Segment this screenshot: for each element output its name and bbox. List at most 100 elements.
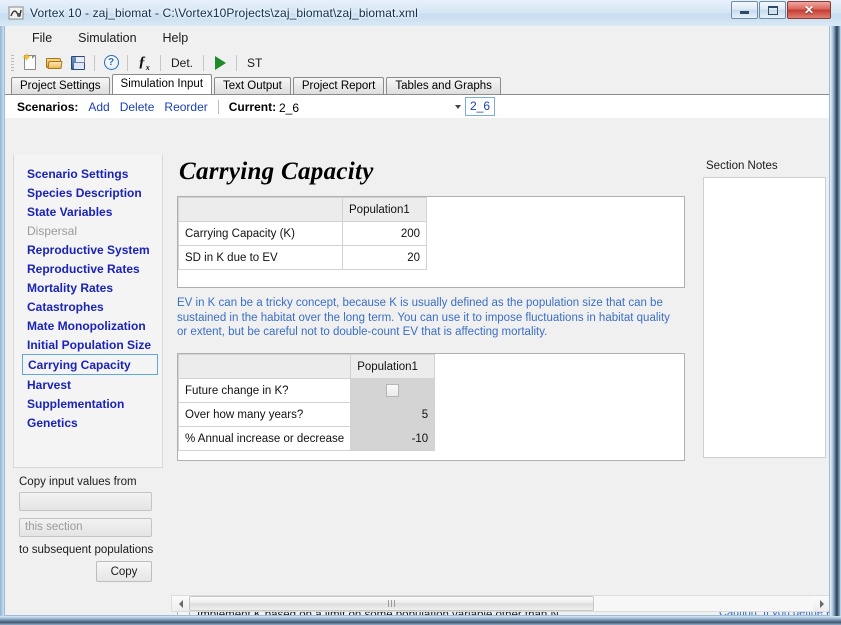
sidebar-item-genetics[interactable]: Genetics	[14, 413, 162, 432]
horizontal-scrollbar[interactable]	[171, 595, 829, 612]
copy-panel-heading: Copy input values from	[19, 476, 137, 488]
toolbar-separator	[160, 54, 161, 71]
close-button[interactable]: ✕	[787, 1, 831, 19]
help-button[interactable]: ?	[100, 52, 122, 73]
row-label-over-how-many-years: Over how many years?	[177, 402, 352, 427]
scrollbar-thumb[interactable]	[189, 596, 594, 611]
cell-future-change-in-k-checkbox[interactable]	[350, 378, 436, 403]
copy-input-values-panel: Copy input values from this section to s…	[19, 476, 165, 582]
star-icon: ✦	[22, 52, 32, 64]
section-notes-panel: Section Notes	[699, 148, 829, 458]
minimize-icon	[740, 11, 749, 14]
sidebar-item-reproductive-system[interactable]: Reproductive System	[14, 240, 162, 259]
table-row: Future change in K?	[177, 378, 436, 403]
section-notes-textarea[interactable]	[703, 177, 826, 458]
open-folder-icon	[46, 57, 63, 69]
scroll-left-button[interactable]	[172, 596, 189, 611]
current-scenario-label: Current:	[228, 99, 277, 114]
chevron-left-icon	[178, 599, 183, 608]
tab-text-output[interactable]: Text Output	[214, 77, 291, 95]
new-document-icon: ✦	[22, 52, 36, 70]
sidebar-item-species-description[interactable]: Species Description	[14, 183, 162, 202]
content-pane: Carrying Capacity Population1 Carrying C…	[171, 148, 695, 600]
future-change-checkbox[interactable]	[386, 384, 400, 397]
header-population1: Population1	[350, 354, 436, 379]
save-project-button[interactable]	[67, 52, 89, 73]
stochastic-button[interactable]: ST	[241, 54, 268, 72]
scenario-badge[interactable]: 2_6	[465, 97, 495, 116]
cell-over-how-many-years-value[interactable]: 5	[350, 402, 436, 427]
function-button[interactable]: ƒx	[133, 52, 155, 73]
cell-annual-increase-decrease-value[interactable]: -10	[350, 426, 436, 451]
run-simulation-button[interactable]	[209, 52, 231, 73]
scenario-reorder-link[interactable]: Reorder	[164, 100, 207, 114]
tab-project-report[interactable]: Project Report	[292, 77, 385, 95]
toolbar-grip[interactable]	[11, 54, 14, 71]
sidebar-item-initial-population-size[interactable]: Initial Population Size	[14, 335, 162, 354]
tab-project-settings[interactable]: Project Settings	[11, 77, 110, 95]
copy-source-select[interactable]	[19, 492, 152, 511]
cell-sd-in-k-due-to-ev-value[interactable]: 20	[342, 245, 427, 270]
scenario-select[interactable]: 2_6	[275, 98, 461, 116]
menu-item-simulation[interactable]: Simulation	[67, 28, 147, 48]
carrying-capacity-table: Population1 Carrying Capacity (K) 200 SD…	[178, 197, 427, 270]
toolbar-separator	[203, 54, 205, 71]
scenario-divider	[217, 99, 219, 114]
toolbar-separator	[127, 54, 128, 71]
menu-item-help[interactable]: Help	[152, 28, 200, 48]
sidebar-item-state-variables[interactable]: State Variables	[14, 202, 162, 221]
sidebar-item-harvest[interactable]: Harvest	[14, 375, 162, 394]
deterministic-button[interactable]: Det.	[165, 54, 199, 72]
section-navigation: Scenario Settings Species Description St…	[13, 155, 163, 468]
window-frame-bottom	[0, 616, 841, 625]
tab-tables-and-graphs[interactable]: Tables and Graphs	[386, 77, 501, 95]
sidebar-item-scenario-settings[interactable]: Scenario Settings	[14, 164, 162, 183]
copy-panel-footer: to subsequent populations	[19, 544, 154, 556]
header-blank	[177, 354, 352, 379]
sidebar-item-carrying-capacity[interactable]: Carrying Capacity	[22, 354, 158, 375]
table-row: % Annual increase or decrease -10	[177, 426, 436, 451]
window-title: Vortex 10 - zaj_biomat - C:\Vortex10Proj…	[30, 6, 418, 20]
minimize-button[interactable]	[731, 1, 758, 19]
tab-simulation-input[interactable]: Simulation Input	[111, 74, 213, 94]
application-window: Vortex 10 - zaj_biomat - C:\Vortex10Proj…	[0, 0, 841, 625]
future-change-grid: Population1 Future change in K? Over how…	[177, 353, 685, 461]
row-label-annual-increase-decrease: % Annual increase or decrease	[177, 426, 352, 451]
copy-scope-select[interactable]: this section	[19, 518, 152, 537]
sidebar-item-supplementation[interactable]: Supplementation	[14, 394, 162, 413]
sidebar-item-dispersal: Dispersal	[27, 223, 78, 238]
carrying-capacity-grid: Population1 Carrying Capacity (K) 200 SD…	[177, 196, 685, 288]
header-population1: Population1	[342, 197, 427, 222]
vortex-app-icon	[8, 5, 24, 21]
copy-button[interactable]: Copy	[96, 561, 152, 582]
function-fx-icon: ƒx	[138, 53, 150, 72]
run-play-icon	[214, 55, 226, 70]
sidebar-item-mortality-rates[interactable]: Mortality Rates	[14, 278, 162, 297]
scrollbar-track[interactable]	[189, 596, 813, 611]
open-project-button[interactable]	[43, 52, 65, 73]
menu-item-file[interactable]: File	[21, 28, 63, 48]
window-controls: ✕	[730, 1, 831, 19]
sidebar-item-mate-monopolization[interactable]: Mate Monopolization	[14, 316, 162, 335]
table-header-row: Population1	[178, 197, 427, 222]
maximize-button[interactable]	[759, 1, 786, 19]
table-header-row: Population1	[177, 354, 436, 379]
scenarios-label: Scenarios:	[17, 99, 79, 114]
maximize-icon	[767, 5, 778, 15]
new-project-button[interactable]: ✦	[19, 52, 41, 73]
main-tab-strip: Project Settings Simulation Input Text O…	[5, 74, 829, 95]
scroll-right-button[interactable]	[813, 596, 829, 611]
chevron-down-icon[interactable]	[455, 105, 461, 109]
client-area: File Simulation Help ✦ ? ƒx Det. ST Proj…	[4, 26, 830, 616]
ev-info-text: EV in K can be a tricky concept, because…	[177, 297, 670, 338]
close-icon: ✕	[803, 3, 815, 17]
help-icon: ?	[103, 55, 119, 70]
scenario-bar: Scenarios: Add Delete Reorder Current: 2…	[5, 94, 829, 118]
sidebar-item-catastrophes[interactable]: Catastrophes	[14, 297, 162, 316]
row-label-sd-in-k-due-to-ev: SD in K due to EV	[178, 245, 343, 270]
scenario-delete-link[interactable]: Delete	[120, 100, 155, 114]
table-row: Over how many years? 5	[177, 402, 436, 427]
scenario-add-link[interactable]: Add	[88, 100, 109, 114]
cell-carrying-capacity-k-value[interactable]: 200	[342, 221, 427, 246]
sidebar-item-reproductive-rates[interactable]: Reproductive Rates	[14, 259, 162, 278]
